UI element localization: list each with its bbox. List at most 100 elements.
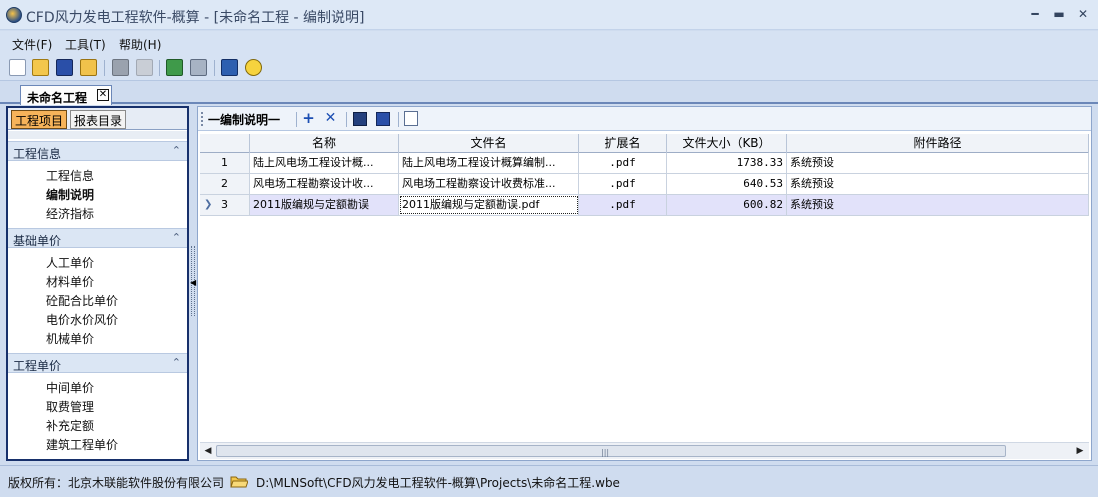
section-title: 基础单价 <box>13 234 62 248</box>
window-title: CFD风力发电工程软件-概算 - [未命名工程 - 编制说明] <box>26 10 365 26</box>
nav-item-supplementary-quota[interactable]: 补充定额 <box>46 417 94 434</box>
cell-extension[interactable]: .pdf <box>579 153 667 173</box>
cell-filename[interactable]: 陆上风电场工程设计概算编制... <box>399 153 579 173</box>
document-tab-strip: 未命名工程 ✕ <box>0 82 1098 105</box>
save-attachment-icon[interactable] <box>376 112 390 126</box>
scroll-right-icon[interactable]: ▶ <box>1073 444 1087 458</box>
row-number: 1 <box>200 153 250 173</box>
section-project-info[interactable]: 工程信息 ⌃ <box>8 141 187 161</box>
content-toolbar: 一编制说明一 + ✕ <box>198 107 1091 131</box>
minimize-button[interactable]: ━ <box>1024 5 1046 23</box>
navigation-tabs: 工程项目 报表目录 <box>8 108 187 130</box>
nav-item-intermediate-price[interactable]: 中间单价 <box>46 379 94 396</box>
toolbar-separator <box>346 112 347 127</box>
help-book-icon[interactable] <box>221 59 238 76</box>
header-extension[interactable]: 扩展名 <box>579 134 667 153</box>
scrollbar-thumb[interactable]: ||| <box>216 445 1006 457</box>
cell-attachment-path[interactable]: 系统预设 <box>787 153 1089 173</box>
toolbar-separator <box>214 60 215 76</box>
open-folder-icon[interactable] <box>32 59 49 76</box>
toolbar-separator <box>104 60 105 76</box>
header-filename[interactable]: 文件名 <box>399 134 579 153</box>
book-icon[interactable] <box>112 59 129 76</box>
calculator-icon[interactable] <box>190 59 207 76</box>
current-row-icon: ❯ <box>204 199 213 210</box>
close-window-button[interactable]: ✕ <box>1072 5 1094 23</box>
section-base-unit-price[interactable]: 基础单价 ⌃ <box>8 228 187 248</box>
row-number-text: 3 <box>221 198 228 211</box>
chevron-up-icon[interactable]: ⌃ <box>172 356 181 369</box>
preview-search-icon[interactable] <box>404 111 418 126</box>
content-panel: 一编制说明一 + ✕ 名称 文件名 扩展名 文件大小（KB） 附件路径 1 陆上… <box>197 106 1092 461</box>
cell-attachment-path[interactable]: 系统预设 <box>787 195 1089 215</box>
tab-report-directory[interactable]: 报表目录 <box>70 110 127 129</box>
header-file-size[interactable]: 文件大小（KB） <box>667 134 787 153</box>
toolbar-separator <box>398 112 399 127</box>
excel-refresh-icon[interactable] <box>166 59 183 76</box>
menu-help[interactable]: 帮助(H) <box>119 36 161 53</box>
table-row[interactable]: 1 陆上风电场工程设计概... 陆上风电场工程设计概算编制... .pdf 17… <box>200 153 1089 174</box>
app-logo-icon <box>6 7 22 23</box>
cell-extension[interactable]: .pdf <box>579 174 667 194</box>
cell-name[interactable]: 2011版编规与定额勘误 <box>250 195 399 215</box>
cell-name[interactable]: 陆上风电场工程设计概... <box>250 153 399 173</box>
cell-file-size[interactable]: 1738.33 <box>667 153 787 173</box>
nav-item-machinery-price[interactable]: 机械单价 <box>46 330 94 347</box>
collapse-left-icon[interactable]: ◀ <box>190 278 196 287</box>
nav-item-material-price[interactable]: 材料单价 <box>46 273 94 290</box>
book-disabled-icon <box>136 59 153 76</box>
list-view-icon[interactable] <box>353 112 367 126</box>
folder-icon <box>230 476 248 488</box>
cell-file-size[interactable]: 600.82 <box>667 195 787 215</box>
nav-item-concrete-mix-price[interactable]: 砼配合比单价 <box>46 292 118 309</box>
menu-file[interactable]: 文件(F) <box>12 36 52 53</box>
menu-tools[interactable]: 工具(T) <box>65 36 106 53</box>
toolbar-separator <box>159 60 160 76</box>
info-icon[interactable] <box>245 59 262 76</box>
save-icon[interactable] <box>56 59 73 76</box>
cell-filename[interactable]: 2011版编规与定额勘误.pdf <box>399 195 579 215</box>
chevron-up-icon[interactable]: ⌃ <box>172 144 181 157</box>
nav-item-economic-indicators[interactable]: 经济指标 <box>46 205 94 222</box>
nav-item-construction-unit-price[interactable]: 建筑工程单价 <box>46 436 118 453</box>
tab-project-items[interactable]: 工程项目 <box>11 110 68 129</box>
new-file-icon[interactable] <box>9 59 26 76</box>
add-icon[interactable]: + <box>300 110 317 127</box>
nav-item-fee-management[interactable]: 取费管理 <box>46 398 94 415</box>
grid-header: 名称 文件名 扩展名 文件大小（KB） 附件路径 <box>200 134 1089 153</box>
section-engineering-unit-price[interactable]: 工程单价 ⌃ <box>8 353 187 373</box>
menu-bar: 文件(F) 工具(T) 帮助(H) <box>0 31 1098 55</box>
table-row[interactable]: ❯ 3 2011版编规与定额勘误 2011版编规与定额勘误.pdf .pdf 6… <box>200 195 1089 216</box>
nav-item-compilation-notes[interactable]: 编制说明 <box>46 186 94 203</box>
toolbar-grip <box>201 112 204 126</box>
maximize-button[interactable]: ▬ <box>1048 5 1070 23</box>
scroll-left-icon[interactable]: ◀ <box>201 444 215 458</box>
export-folder-icon[interactable] <box>80 59 97 76</box>
header-rowhead <box>200 134 250 153</box>
table-row[interactable]: 2 风电场工程勘察设计收... 风电场工程勘察设计收费标准... .pdf 64… <box>200 174 1089 195</box>
cell-extension[interactable]: .pdf <box>579 195 667 215</box>
horizontal-scrollbar[interactable]: ◀ ||| ▶ <box>200 442 1089 459</box>
cell-file-size[interactable]: 640.53 <box>667 174 787 194</box>
nav-item-labor-price[interactable]: 人工单价 <box>46 254 94 271</box>
delete-icon[interactable]: ✕ <box>322 110 339 127</box>
status-bar: 版权所有：北京木联能软件股份有限公司 D:\MLNSoft\CFD风力发电工程软… <box>0 465 1098 497</box>
close-tab-icon[interactable]: ✕ <box>97 89 109 101</box>
section-title: 工程信息 <box>13 147 62 161</box>
nav-item-utility-price[interactable]: 电价水价风价 <box>46 311 118 328</box>
cell-filename[interactable]: 风电场工程勘察设计收费标准... <box>399 174 579 194</box>
chevron-up-icon[interactable]: ⌃ <box>172 231 181 244</box>
header-name[interactable]: 名称 <box>250 134 399 153</box>
document-tab[interactable]: 未命名工程 ✕ <box>20 85 112 105</box>
copyright-text: 版权所有：北京木联能软件股份有限公司 <box>8 476 225 490</box>
cell-attachment-path[interactable]: 系统预设 <box>787 174 1089 194</box>
row-number: ❯ 3 <box>200 195 250 215</box>
header-attachment-path[interactable]: 附件路径 <box>787 134 1089 153</box>
navigation-panel: 工程项目 报表目录 工程信息 ⌃ 工程信息 编制说明 经济指标 基础单价 ⌃ 人… <box>6 106 189 461</box>
panel-splitter[interactable]: ◀ <box>190 106 196 461</box>
cell-name[interactable]: 风电场工程勘察设计收... <box>250 174 399 194</box>
nav-scroll-up[interactable] <box>8 131 187 139</box>
content-title: 一编制说明一 <box>208 113 281 127</box>
scrollbar-grip: ||| <box>601 448 610 457</box>
nav-item-project-info[interactable]: 工程信息 <box>46 167 94 184</box>
